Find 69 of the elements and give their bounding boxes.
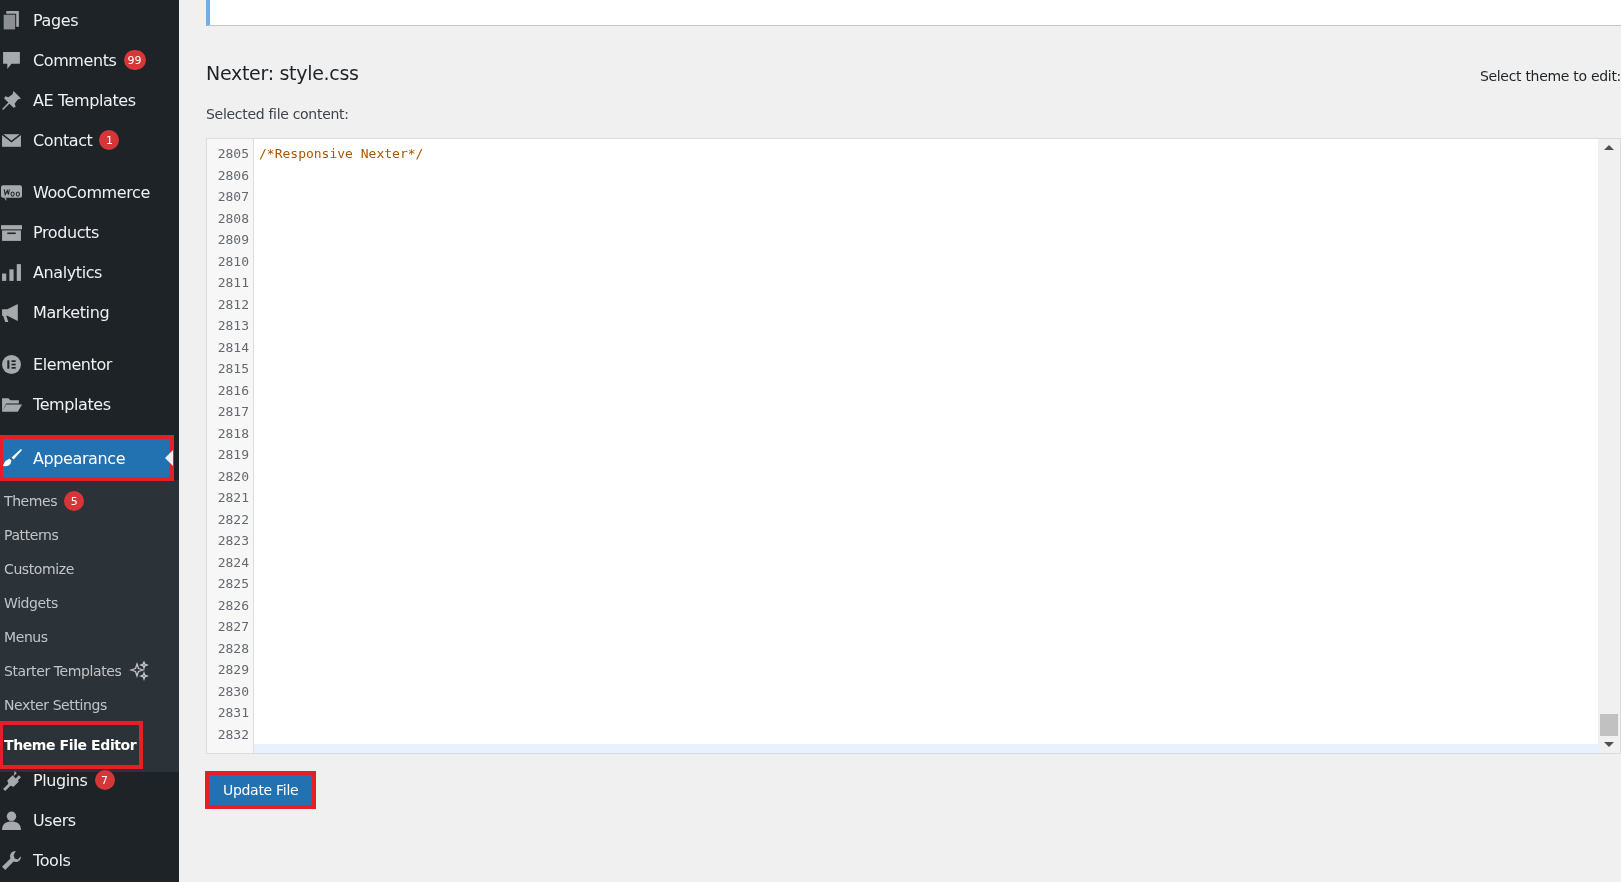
line-number: 2819	[216, 446, 250, 464]
line-number: 2824	[216, 553, 250, 572]
line-number: 2815	[216, 360, 250, 378]
submenu-item[interactable]: Customize	[0, 552, 179, 586]
menu-item[interactable]: Templates	[0, 384, 179, 424]
scroll-down-icon[interactable]	[1604, 742, 1614, 747]
line-number: 2807	[216, 188, 250, 206]
line-number: 2811	[216, 274, 250, 292]
line-number: 2827	[216, 618, 250, 636]
file-heading: Nexter: style.css	[206, 62, 359, 84]
submenu-item[interactable]: Menus	[0, 620, 179, 654]
line-number: 2806	[216, 166, 250, 185]
submenu-item[interactable]: Starter Templates	[0, 654, 179, 688]
menu-item[interactable]: Tools	[0, 840, 179, 880]
comment-icon	[1, 49, 22, 71]
brush-icon	[1, 447, 22, 469]
count-badge: 1	[99, 130, 120, 150]
line-number: 2830	[216, 682, 250, 701]
submenu-item[interactable]: Widgets	[0, 586, 179, 620]
submenu-item[interactable]: Themes 5	[0, 484, 179, 518]
line-number: 2823	[216, 532, 250, 550]
count-badge: 5	[64, 491, 85, 511]
line-number: 2810	[216, 252, 250, 271]
line-number: 2829	[216, 661, 250, 679]
user-icon	[1, 809, 22, 831]
code-comment: /*Responsive Nexter*/	[259, 146, 424, 161]
menu-item[interactable]: Analytics	[0, 252, 179, 292]
menu-item[interactable]: Users	[0, 800, 179, 840]
line-number: 2813	[216, 317, 250, 335]
chart-icon	[1, 261, 22, 283]
menu-item[interactable]: Marketing	[0, 292, 179, 332]
update-file-button[interactable]: Update File	[206, 772, 316, 808]
line-number: 2808	[216, 209, 250, 228]
scroll-thumb[interactable]	[1600, 714, 1618, 736]
menu-item[interactable]: Contact 1	[0, 120, 179, 160]
line-number: 2820	[216, 467, 250, 486]
line-number: 2817	[216, 403, 250, 421]
menu-item[interactable]: Elementor	[0, 344, 179, 384]
scrollbar[interactable]	[1598, 139, 1620, 753]
line-number: 2816	[216, 381, 250, 400]
line-number: 2805	[216, 145, 250, 163]
line-number: 2822	[216, 510, 250, 529]
menu-item[interactable]: Products	[0, 212, 179, 252]
menu-item[interactable]: AE Templates	[0, 80, 179, 120]
line-number: 2826	[216, 596, 250, 615]
line-number: 2809	[216, 231, 250, 249]
count-badge: 99	[123, 50, 146, 70]
scroll-up-icon[interactable]	[1604, 145, 1614, 150]
pin-icon	[1, 89, 22, 111]
line-number: 2832	[216, 725, 250, 744]
theme-select-label: Select theme to edit:	[1479, 68, 1621, 84]
code-editor[interactable]: 2805 2806 2807 2808 2809 2810 2811 2812 2813 2814 2815 2816 2817 2818 2819 2820 2821 2822 2823 2824 2825 2826 2827 2828 2829 2830 2831 2832 /*Responsive Nexter*/	[206, 138, 1621, 754]
plug-icon	[1, 769, 22, 791]
menu-item[interactable]: WooCommerce	[0, 172, 179, 212]
menu-item[interactable]: Comments 99	[0, 40, 179, 80]
line-number: 2825	[216, 575, 250, 593]
content-label: Selected file content:	[206, 106, 350, 122]
count-badge: 7	[94, 770, 115, 790]
line-number: 2812	[216, 295, 250, 314]
wrench-icon	[1, 849, 22, 871]
line-number: 2828	[216, 639, 250, 658]
menu-item[interactable]: Appearance	[0, 436, 173, 480]
menu-item[interactable]: Pages	[0, 0, 179, 40]
line-number: 2818	[216, 424, 250, 443]
line-number: 2814	[216, 338, 250, 357]
submenu-item[interactable]: Nexter Settings	[0, 688, 179, 722]
line-number: 2821	[216, 489, 250, 507]
line-number: 2831	[216, 704, 250, 722]
submenu-item[interactable]: Patterns	[0, 518, 179, 552]
